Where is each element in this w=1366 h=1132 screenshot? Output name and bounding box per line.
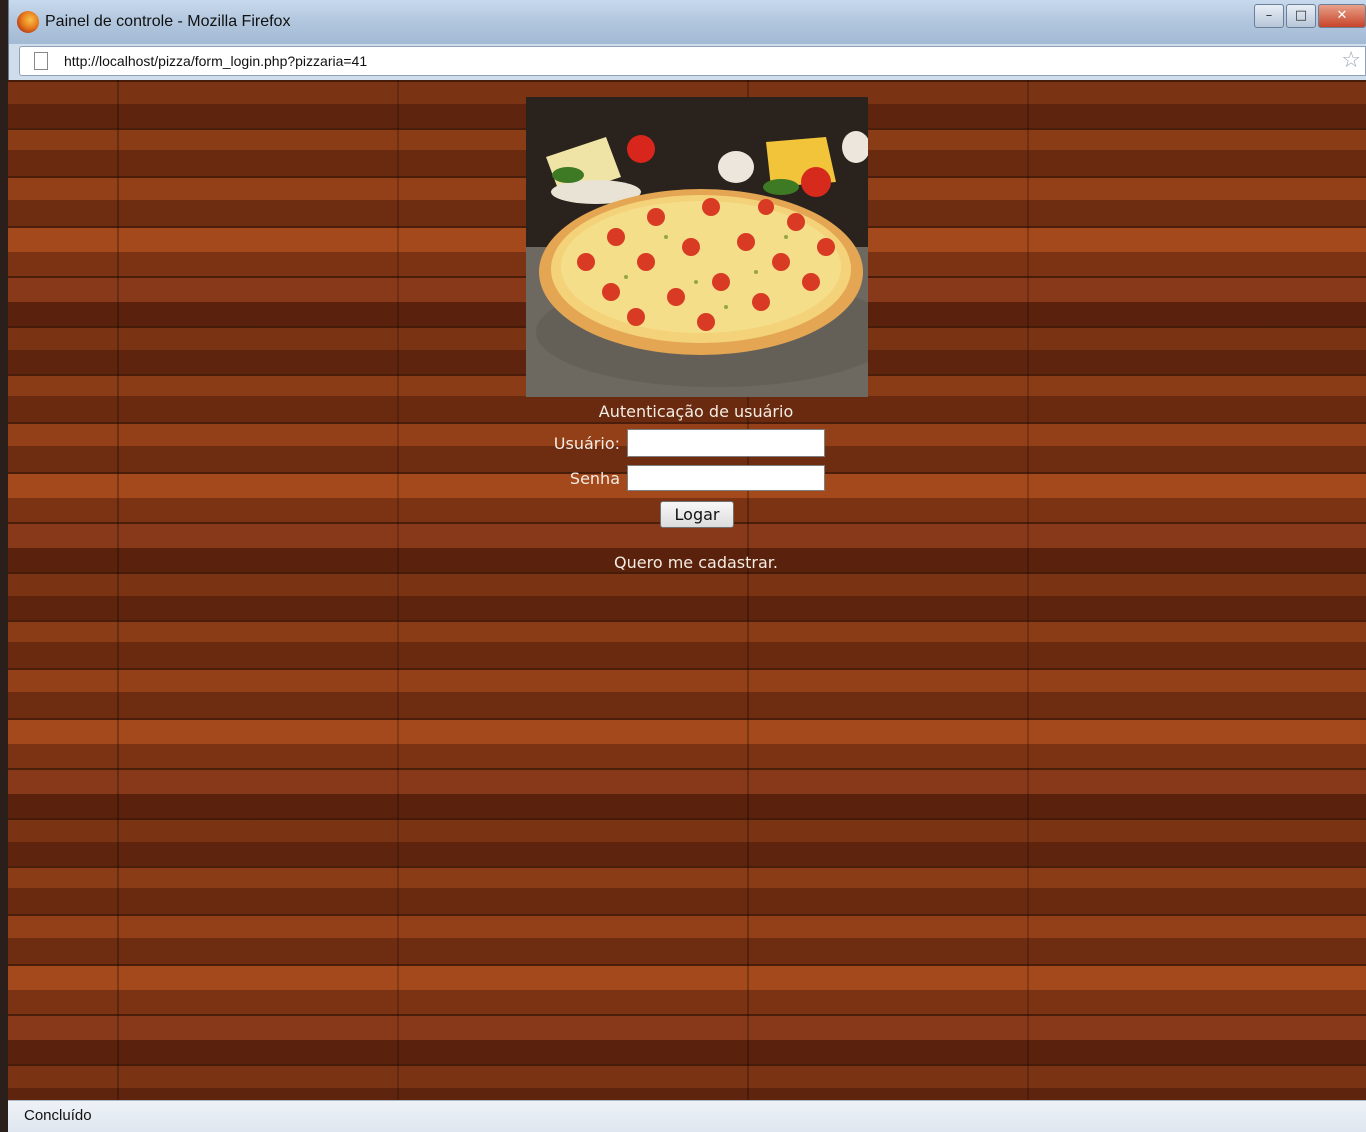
page-content: Autenticação de usuário Usuário: Senha L… (8, 80, 1366, 1100)
password-input[interactable] (627, 465, 825, 491)
bookmark-star-icon[interactable]: ☆ (1341, 48, 1361, 73)
login-heading: Autenticação de usuário (598, 402, 794, 421)
title-bar: Painel de controle - Mozilla Firefox – □… (9, 0, 1366, 44)
page-icon (34, 52, 48, 70)
username-input[interactable] (627, 429, 825, 457)
maximize-button[interactable]: □ (1286, 4, 1316, 28)
login-button[interactable]: Logar (660, 501, 734, 528)
minimize-button[interactable]: – (1254, 4, 1284, 28)
window-title: Painel de controle - Mozilla Firefox (45, 13, 291, 30)
firefox-icon (17, 11, 39, 33)
close-button[interactable]: ✕ (1318, 4, 1366, 28)
status-text: Concluído (24, 1107, 92, 1124)
window-controls: – □ ✕ (1252, 4, 1366, 28)
url-text[interactable]: http://localhost/pizza/form_login.php?pi… (64, 53, 367, 69)
address-bar[interactable]: http://localhost/pizza/form_login.php?pi… (19, 46, 1366, 76)
register-link[interactable]: Quero me cadastrar. (8, 553, 1366, 572)
pizza-image (526, 97, 868, 397)
pizza-illustration (526, 97, 868, 397)
password-label: Senha (569, 469, 620, 488)
status-bar: Concluído (8, 1100, 1366, 1132)
username-label: Usuário: (553, 434, 620, 453)
